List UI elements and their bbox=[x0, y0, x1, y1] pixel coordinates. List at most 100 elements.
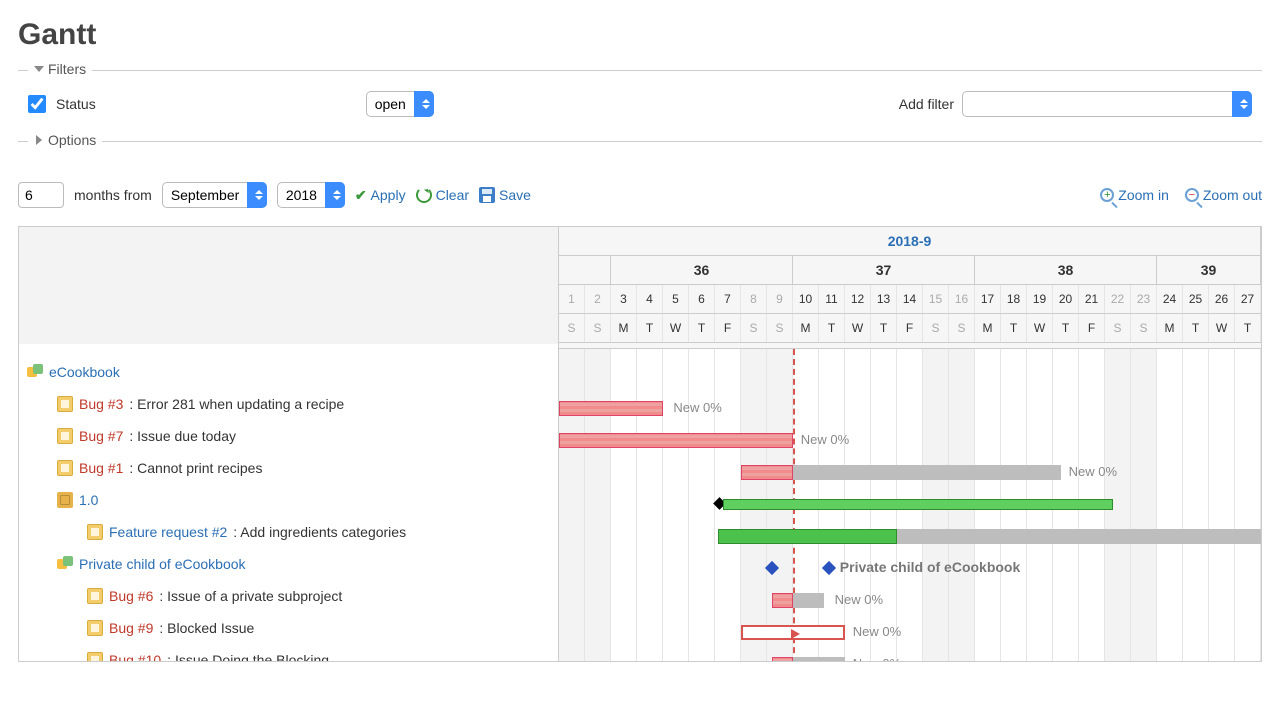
day-header: 17 bbox=[975, 285, 1001, 313]
zoom-out-button[interactable]: − Zoom out bbox=[1185, 187, 1262, 203]
dow-header: T bbox=[1053, 314, 1079, 342]
status-label: New 0% bbox=[853, 656, 901, 661]
dow-header: M bbox=[793, 314, 819, 342]
status-filter-select-wrap: open bbox=[366, 91, 434, 117]
day-header: 15 bbox=[923, 285, 949, 313]
gantt-bar[interactable] bbox=[559, 433, 793, 448]
day-header: 12 bbox=[845, 285, 871, 313]
gantt-row: New 0% bbox=[559, 393, 1261, 425]
gantt-tree-pane: eCookbook Bug #3: Error 281 when updating… bbox=[19, 227, 559, 661]
issue-link[interactable]: Bug #6 bbox=[109, 588, 153, 604]
gantt-row: New 0% bbox=[559, 649, 1261, 661]
day-header: 4 bbox=[637, 285, 663, 313]
dow-header: S bbox=[923, 314, 949, 342]
apply-button[interactable]: ✔ Apply bbox=[355, 187, 406, 204]
dow-header: W bbox=[663, 314, 689, 342]
gantt-bar[interactable] bbox=[772, 593, 793, 608]
week-header: 36 bbox=[611, 256, 793, 284]
gantt-bar[interactable] bbox=[793, 593, 824, 608]
months-from-label: months from bbox=[74, 187, 152, 203]
version-link[interactable]: 1.0 bbox=[79, 492, 98, 508]
gantt-bar[interactable] bbox=[793, 465, 1061, 480]
refresh-icon bbox=[416, 187, 432, 203]
dow-header: S bbox=[767, 314, 793, 342]
project-link[interactable]: eCookbook bbox=[49, 364, 120, 380]
day-header: 14 bbox=[897, 285, 923, 313]
project-icon bbox=[57, 556, 73, 572]
dow-header: T bbox=[1235, 314, 1261, 342]
clear-button[interactable]: Clear bbox=[416, 187, 469, 203]
add-filter-select-wrap bbox=[962, 91, 1252, 117]
zoom-in-button[interactable]: + Zoom in bbox=[1100, 187, 1169, 203]
gantt-bar[interactable] bbox=[718, 529, 897, 544]
dow-header: T bbox=[1183, 314, 1209, 342]
version-icon bbox=[57, 492, 73, 508]
status-label: New 0% bbox=[853, 624, 901, 639]
issue-link[interactable]: Bug #1 bbox=[79, 460, 123, 476]
gantt-row: New 0% bbox=[559, 585, 1261, 617]
gantt-row bbox=[559, 361, 1261, 393]
project-link[interactable]: Private child of eCookbook bbox=[79, 556, 246, 572]
gantt-row: New 0% bbox=[559, 617, 1261, 649]
dow-header: T bbox=[871, 314, 897, 342]
issue-link[interactable]: Feature request #2 bbox=[109, 524, 227, 540]
gantt-bar[interactable] bbox=[723, 499, 1113, 510]
status-label: New 0% bbox=[673, 400, 721, 415]
status-filter-checkbox[interactable] bbox=[28, 95, 46, 113]
gantt-container: eCookbook Bug #3: Error 281 when updating… bbox=[18, 226, 1262, 662]
day-header: 3 bbox=[611, 285, 637, 313]
filters-legend[interactable]: Filters bbox=[28, 61, 92, 77]
zoom-in-icon: + bbox=[1100, 188, 1114, 202]
tree-row: eCookbook bbox=[19, 356, 558, 388]
issue-link[interactable]: Bug #9 bbox=[109, 620, 153, 636]
month-select[interactable]: September bbox=[162, 182, 267, 208]
options-label: Options bbox=[48, 132, 96, 148]
gantt-bar[interactable] bbox=[793, 657, 845, 661]
issue-icon bbox=[57, 428, 73, 444]
options-legend[interactable]: Options bbox=[28, 132, 102, 148]
dow-header: T bbox=[1001, 314, 1027, 342]
dow-header: M bbox=[1157, 314, 1183, 342]
save-button[interactable]: Save bbox=[479, 187, 531, 203]
day-header: 2 bbox=[585, 285, 611, 313]
tree-row: Bug #3: Error 281 when updating a recipe bbox=[19, 388, 558, 420]
issue-link[interactable]: Bug #7 bbox=[79, 428, 123, 444]
add-filter-label: Add filter bbox=[899, 96, 954, 112]
dow-header: S bbox=[559, 314, 585, 342]
dow-header: T bbox=[637, 314, 663, 342]
day-header: 8 bbox=[741, 285, 767, 313]
milestone-label: Private child of eCookbook bbox=[840, 559, 1020, 575]
tree-row: Bug #7: Issue due today bbox=[19, 420, 558, 452]
check-icon: ✔ bbox=[355, 187, 367, 204]
day-header: 19 bbox=[1027, 285, 1053, 313]
disk-icon bbox=[479, 187, 495, 203]
issue-icon bbox=[87, 620, 103, 636]
dow-header: F bbox=[897, 314, 923, 342]
gantt-bar[interactable] bbox=[897, 529, 1261, 544]
gantt-bar[interactable] bbox=[741, 465, 793, 480]
day-header: 9 bbox=[767, 285, 793, 313]
day-header: 18 bbox=[1001, 285, 1027, 313]
gantt-bar[interactable] bbox=[559, 401, 663, 416]
zoom-out-icon: − bbox=[1185, 188, 1199, 202]
day-header: 11 bbox=[819, 285, 845, 313]
day-header: 1 bbox=[559, 285, 585, 313]
gantt-bar[interactable] bbox=[772, 657, 793, 661]
add-filter-select[interactable] bbox=[962, 91, 1252, 117]
month-header[interactable]: 2018-9 bbox=[559, 227, 1261, 255]
status-filter-select[interactable]: open bbox=[366, 91, 434, 117]
gantt-row: Private child of eCookbook bbox=[559, 553, 1261, 585]
issue-icon bbox=[87, 588, 103, 604]
filters-fieldset: Filters Status open Add filter bbox=[18, 70, 1262, 141]
months-count-input[interactable] bbox=[18, 182, 64, 208]
gantt-chart-pane[interactable]: 2018-93637383912345678910111213141516171… bbox=[559, 227, 1261, 661]
issue-link[interactable]: Bug #10 bbox=[109, 652, 161, 662]
tree-row: Feature request #2: Add ingredients cate… bbox=[19, 516, 558, 548]
year-select[interactable]: 2018 bbox=[277, 182, 345, 208]
gantt-bar[interactable] bbox=[741, 625, 845, 640]
status-label: New 0% bbox=[835, 592, 883, 607]
issue-link[interactable]: Bug #3 bbox=[79, 396, 123, 412]
tree-row: 1.0 bbox=[19, 484, 558, 516]
day-header: 25 bbox=[1183, 285, 1209, 313]
day-header: 20 bbox=[1053, 285, 1079, 313]
